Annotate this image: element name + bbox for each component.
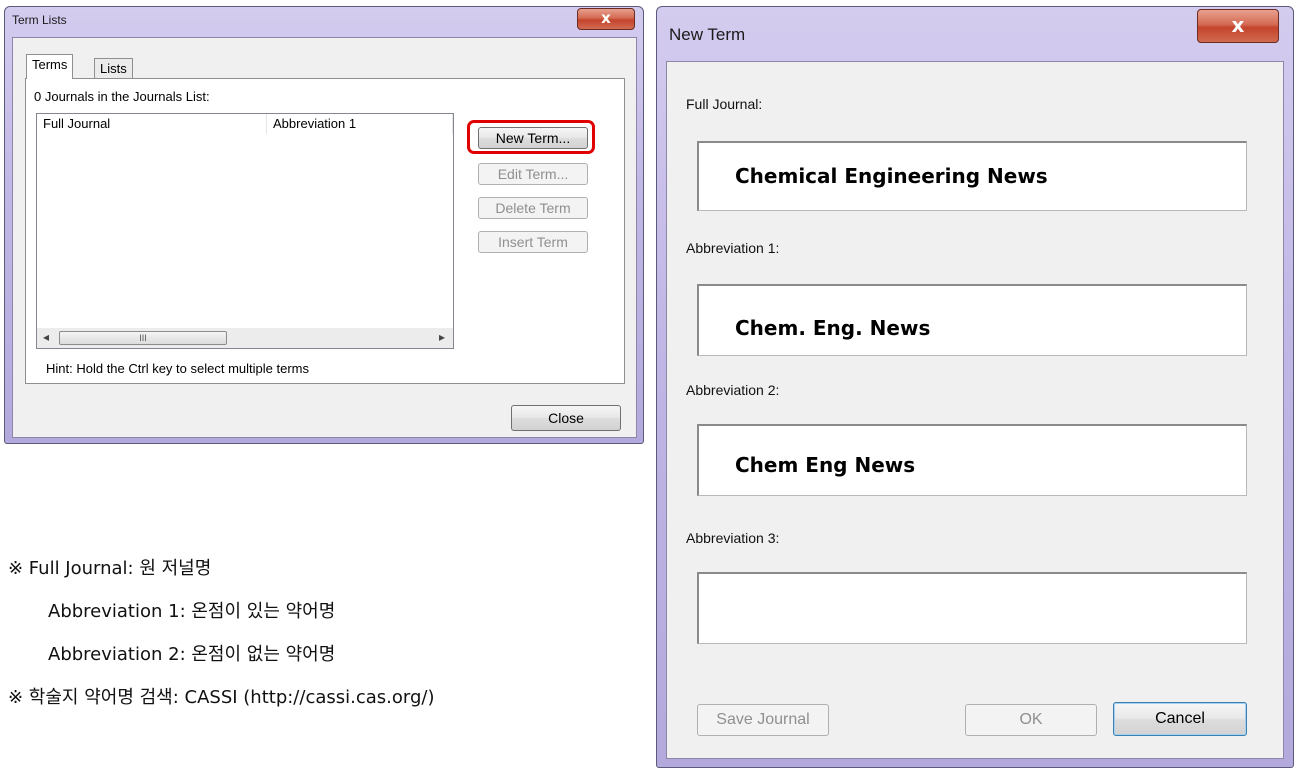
column-header-full-journal[interactable]: Full Journal — [37, 114, 267, 134]
note-abbreviation-2: Abbreviation 2: 온점이 없는 약어명 — [48, 644, 336, 665]
hint-text: Hint: Hold the Ctrl key to select multip… — [46, 361, 309, 376]
terms-panel: 0 Journals in the Journals List: Full Jo… — [25, 78, 625, 384]
cancel-button[interactable]: Cancel — [1113, 702, 1247, 736]
column-header-abbreviation-1[interactable]: Abbreviation 1 — [267, 114, 453, 134]
abbreviation-2-field[interactable]: Chem Eng News — [697, 424, 1247, 496]
new-term-title: New Term — [669, 25, 746, 44]
note-abbreviation-1: Abbreviation 1: 온점이 있는 약어명 — [48, 601, 336, 622]
note-cassi-search: ※ 학술지 약어명 검색: CASSI (http://cassi.cas.or… — [8, 687, 435, 708]
close-button[interactable]: Close — [511, 405, 621, 431]
abbreviation-2-label: Abbreviation 2: — [686, 382, 780, 398]
scroll-left-arrow-icon[interactable]: ◂ — [43, 330, 49, 344]
scroll-thumb[interactable]: III — [59, 331, 227, 345]
new-term-client: Full Journal: Chemical Engineering News … — [666, 61, 1284, 759]
close-icon[interactable]: x — [1197, 9, 1279, 43]
journal-list[interactable]: Full Journal Abbreviation 1 ◂ III ▸ — [36, 113, 454, 349]
delete-term-button[interactable]: Delete Term — [478, 197, 588, 219]
new-term-window: New Term x Full Journal: Chemical Engine… — [656, 6, 1294, 768]
term-lists-title: Term Lists — [12, 13, 67, 27]
abbreviation-3-label: Abbreviation 3: — [686, 530, 780, 546]
abbreviation-1-label: Abbreviation 1: — [686, 240, 780, 256]
term-lists-window: Term Lists x Terms Lists 0 Journals in t… — [4, 6, 644, 444]
ok-button[interactable]: OK — [965, 704, 1097, 736]
insert-term-button[interactable]: Insert Term — [478, 231, 588, 253]
note-full-journal: ※ Full Journal: 원 저널명 — [8, 558, 212, 579]
journal-count-label: 0 Journals in the Journals List: — [34, 89, 210, 104]
full-journal-label: Full Journal: — [686, 96, 763, 112]
tab-lists[interactable]: Lists — [94, 58, 133, 79]
term-lists-client: Terms Lists 0 Journals in the Journals L… — [12, 37, 637, 438]
new-term-button[interactable]: New Term... — [478, 127, 588, 149]
close-icon[interactable]: x — [577, 8, 635, 30]
tab-terms[interactable]: Terms — [26, 54, 74, 79]
horizontal-scrollbar[interactable]: ◂ III ▸ — [37, 328, 453, 348]
save-journal-button[interactable]: Save Journal — [697, 704, 829, 736]
abbreviation-3-field[interactable] — [697, 572, 1247, 644]
scroll-right-arrow-icon[interactable]: ▸ — [439, 330, 445, 344]
abbreviation-1-field[interactable]: Chem. Eng. News — [697, 284, 1247, 356]
edit-term-button[interactable]: Edit Term... — [478, 163, 588, 185]
full-journal-field[interactable]: Chemical Engineering News — [697, 141, 1247, 211]
